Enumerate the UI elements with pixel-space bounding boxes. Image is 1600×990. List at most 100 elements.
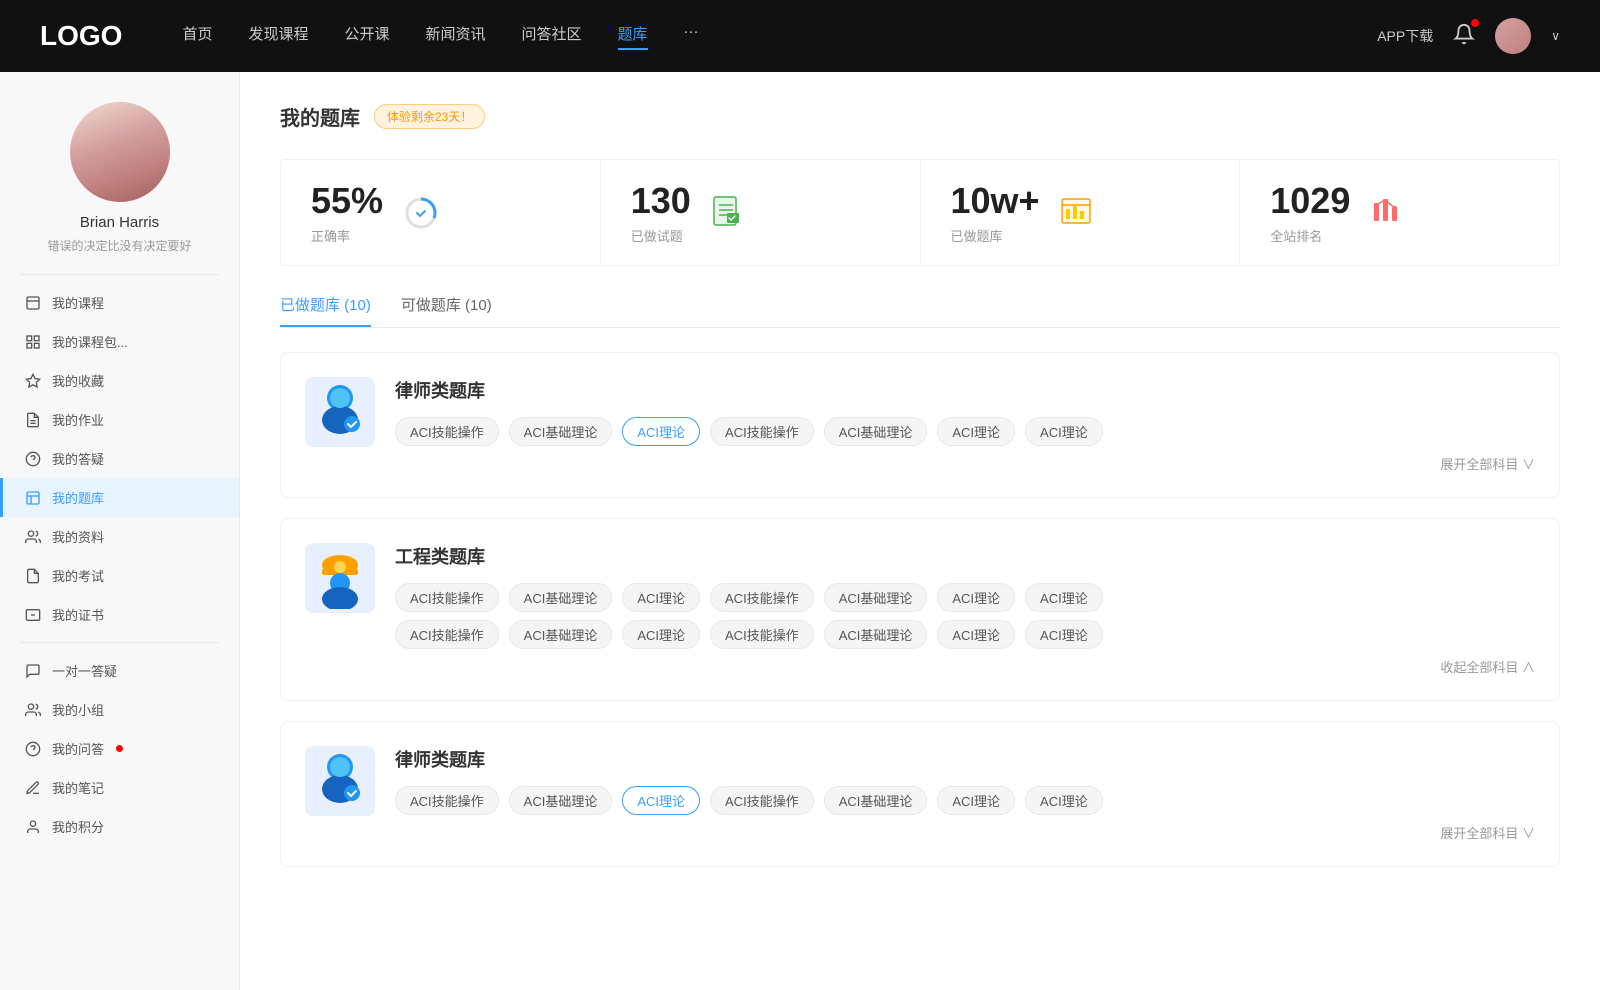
sidebar-item-questions[interactable]: 我的问答 [0,729,239,768]
nav-home[interactable]: 首页 [182,23,212,50]
nav-more[interactable]: ··· [684,23,699,50]
sidebar-item-my-qa[interactable]: 我的答疑 [0,439,239,478]
exam-icon [24,567,42,585]
sidebar-item-group[interactable]: 我的小组 [0,690,239,729]
tag-2-0[interactable]: ACI技能操作 [395,583,499,612]
course-package-icon [24,333,42,351]
content-inner: 我的题库 体验剩余23天！ 55% 正确率 [240,72,1600,917]
tag-2-12[interactable]: ACI理论 [937,620,1015,649]
sidebar-item-notes[interactable]: 我的笔记 [0,768,239,807]
stat-banks-content: 10w+ 已做题库 [951,180,1040,245]
logo: LOGO [40,20,122,52]
tabs: 已做题库 (10) 可做题库 (10) [280,294,1560,328]
tag-3-5[interactable]: ACI理论 [937,786,1015,815]
sidebar-menu: 我的课程 我的课程包... 我的收藏 我的作业 [0,275,239,854]
sidebar-item-course-package[interactable]: 我的课程包... [0,322,239,361]
qbank-icon [24,489,42,507]
expand-link-2[interactable]: 收起全部科目 ∧ [395,657,1535,676]
tags-row-2b: ACI技能操作 ACI基础理论 ACI理论 ACI技能操作 ACI基础理论 AC… [395,620,1535,649]
bank-body-3: 律师类题库 ACI技能操作 ACI基础理论 ACI理论 ACI技能操作 ACI基… [395,746,1535,842]
nav-open-course[interactable]: 公开课 [344,23,389,50]
nav-discover[interactable]: 发现课程 [248,23,308,50]
stat-accuracy-content: 55% 正确率 [311,180,383,245]
sidebar: Brian Harris 错误的决定比没有决定要好 我的课程 我的课程包... [0,72,240,990]
app-download-link[interactable]: APP下载 [1377,26,1433,46]
stat-done-content: 130 已做试题 [631,180,691,245]
notification-bell[interactable] [1453,23,1475,50]
nav-news[interactable]: 新闻资讯 [426,23,486,50]
stat-accuracy-label: 正确率 [311,226,383,245]
sidebar-item-points[interactable]: 我的积分 [0,807,239,846]
tag-1-4[interactable]: ACI基础理论 [824,417,928,446]
nav-question-bank[interactable]: 题库 [618,23,648,50]
stat-accuracy: 55% 正确率 [281,160,601,265]
stat-done-number: 130 [631,180,691,222]
tag-3-4[interactable]: ACI基础理论 [824,786,928,815]
tag-1-6[interactable]: ACI理论 [1025,417,1103,446]
tag-1-1[interactable]: ACI基础理论 [509,417,613,446]
tab-available[interactable]: 可做题库 (10) [401,294,492,327]
stat-rank-content: 1029 全站排名 [1270,180,1350,245]
points-icon [24,818,42,836]
tag-3-2[interactable]: ACI理论 [622,786,700,815]
tag-1-2[interactable]: ACI理论 [622,417,700,446]
tag-1-3[interactable]: ACI技能操作 [710,417,814,446]
bank-card-header-2: 工程类题库 ACI技能操作 ACI基础理论 ACI理论 ACI技能操作 ACI基… [305,543,1535,676]
bank-card-lawyer-2: 律师类题库 ACI技能操作 ACI基础理论 ACI理论 ACI技能操作 ACI基… [280,721,1560,867]
tag-2-8[interactable]: ACI基础理论 [509,620,613,649]
sidebar-item-label-course: 我的课程 [52,293,104,312]
tag-2-7[interactable]: ACI技能操作 [395,620,499,649]
expand-link-3[interactable]: 展开全部科目 ∨ [395,823,1535,842]
tag-3-1[interactable]: ACI基础理论 [509,786,613,815]
sidebar-item-label-cert: 我的证书 [52,605,104,624]
user-avatar-sidebar[interactable] [70,102,170,202]
navbar-right: APP下载 ∨ [1377,18,1560,54]
tag-2-13[interactable]: ACI理论 [1025,620,1103,649]
tab-done[interactable]: 已做题库 (10) [280,294,371,327]
stat-banks-label: 已做题库 [951,226,1040,245]
chat-icon [24,662,42,680]
bank-card-lawyer-1: 律师类题库 ACI技能操作 ACI基础理论 ACI理论 ACI技能操作 ACI基… [280,352,1560,498]
engineer-svg [314,547,366,609]
bank-card-header-1: 律师类题库 ACI技能操作 ACI基础理论 ACI理论 ACI技能操作 ACI基… [305,377,1535,473]
tag-2-2[interactable]: ACI理论 [622,583,700,612]
sidebar-item-my-course[interactable]: 我的课程 [0,283,239,322]
bank-title-3: 律师类题库 [395,746,1535,772]
user-avatar-nav[interactable] [1495,18,1531,54]
nav-menu: 首页 发现课程 公开课 新闻资讯 问答社区 题库 ··· [182,23,1377,50]
tag-3-3[interactable]: ACI技能操作 [710,786,814,815]
sidebar-item-question-bank[interactable]: 我的题库 [0,478,239,517]
navbar: LOGO 首页 发现课程 公开课 新闻资讯 问答社区 题库 ··· APP下载 … [0,0,1600,72]
lawyer-icon-wrap-2 [305,746,375,816]
user-menu-chevron[interactable]: ∨ [1551,29,1560,43]
bank-title-2: 工程类题库 [395,543,1535,569]
content-area: 我的题库 体验剩余23天！ 55% 正确率 [240,72,1600,990]
sidebar-item-1on1[interactable]: 一对一答疑 [0,651,239,690]
sidebar-item-cert[interactable]: 我的证书 [0,595,239,634]
nav-qa[interactable]: 问答社区 [522,23,582,50]
expand-link-1[interactable]: 展开全部科目 ∨ [395,454,1535,473]
stat-accuracy-number: 55% [311,180,383,222]
sidebar-item-label-group: 我的小组 [52,700,104,719]
tag-2-6[interactable]: ACI理论 [1025,583,1103,612]
tag-2-4[interactable]: ACI基础理论 [824,583,928,612]
bank-card-header-3: 律师类题库 ACI技能操作 ACI基础理论 ACI理论 ACI技能操作 ACI基… [305,746,1535,842]
tag-2-1[interactable]: ACI基础理论 [509,583,613,612]
sidebar-item-exam[interactable]: 我的考试 [0,556,239,595]
tag-2-9[interactable]: ACI理论 [622,620,700,649]
sidebar-item-my-data[interactable]: 我的资料 [0,517,239,556]
tag-1-0[interactable]: ACI技能操作 [395,417,499,446]
tag-3-0[interactable]: ACI技能操作 [395,786,499,815]
stat-done-banks: 10w+ 已做题库 [921,160,1241,265]
sidebar-item-label-notes: 我的笔记 [52,778,104,797]
tag-2-5[interactable]: ACI理论 [937,583,1015,612]
sidebar-item-homework[interactable]: 我的作业 [0,400,239,439]
group-icon [24,701,42,719]
tag-2-3[interactable]: ACI技能操作 [710,583,814,612]
tag-3-6[interactable]: ACI理论 [1025,786,1103,815]
notification-badge [1471,19,1479,27]
sidebar-item-favorites[interactable]: 我的收藏 [0,361,239,400]
tag-2-10[interactable]: ACI技能操作 [710,620,814,649]
tag-2-11[interactable]: ACI基础理论 [824,620,928,649]
tag-1-5[interactable]: ACI理论 [937,417,1015,446]
